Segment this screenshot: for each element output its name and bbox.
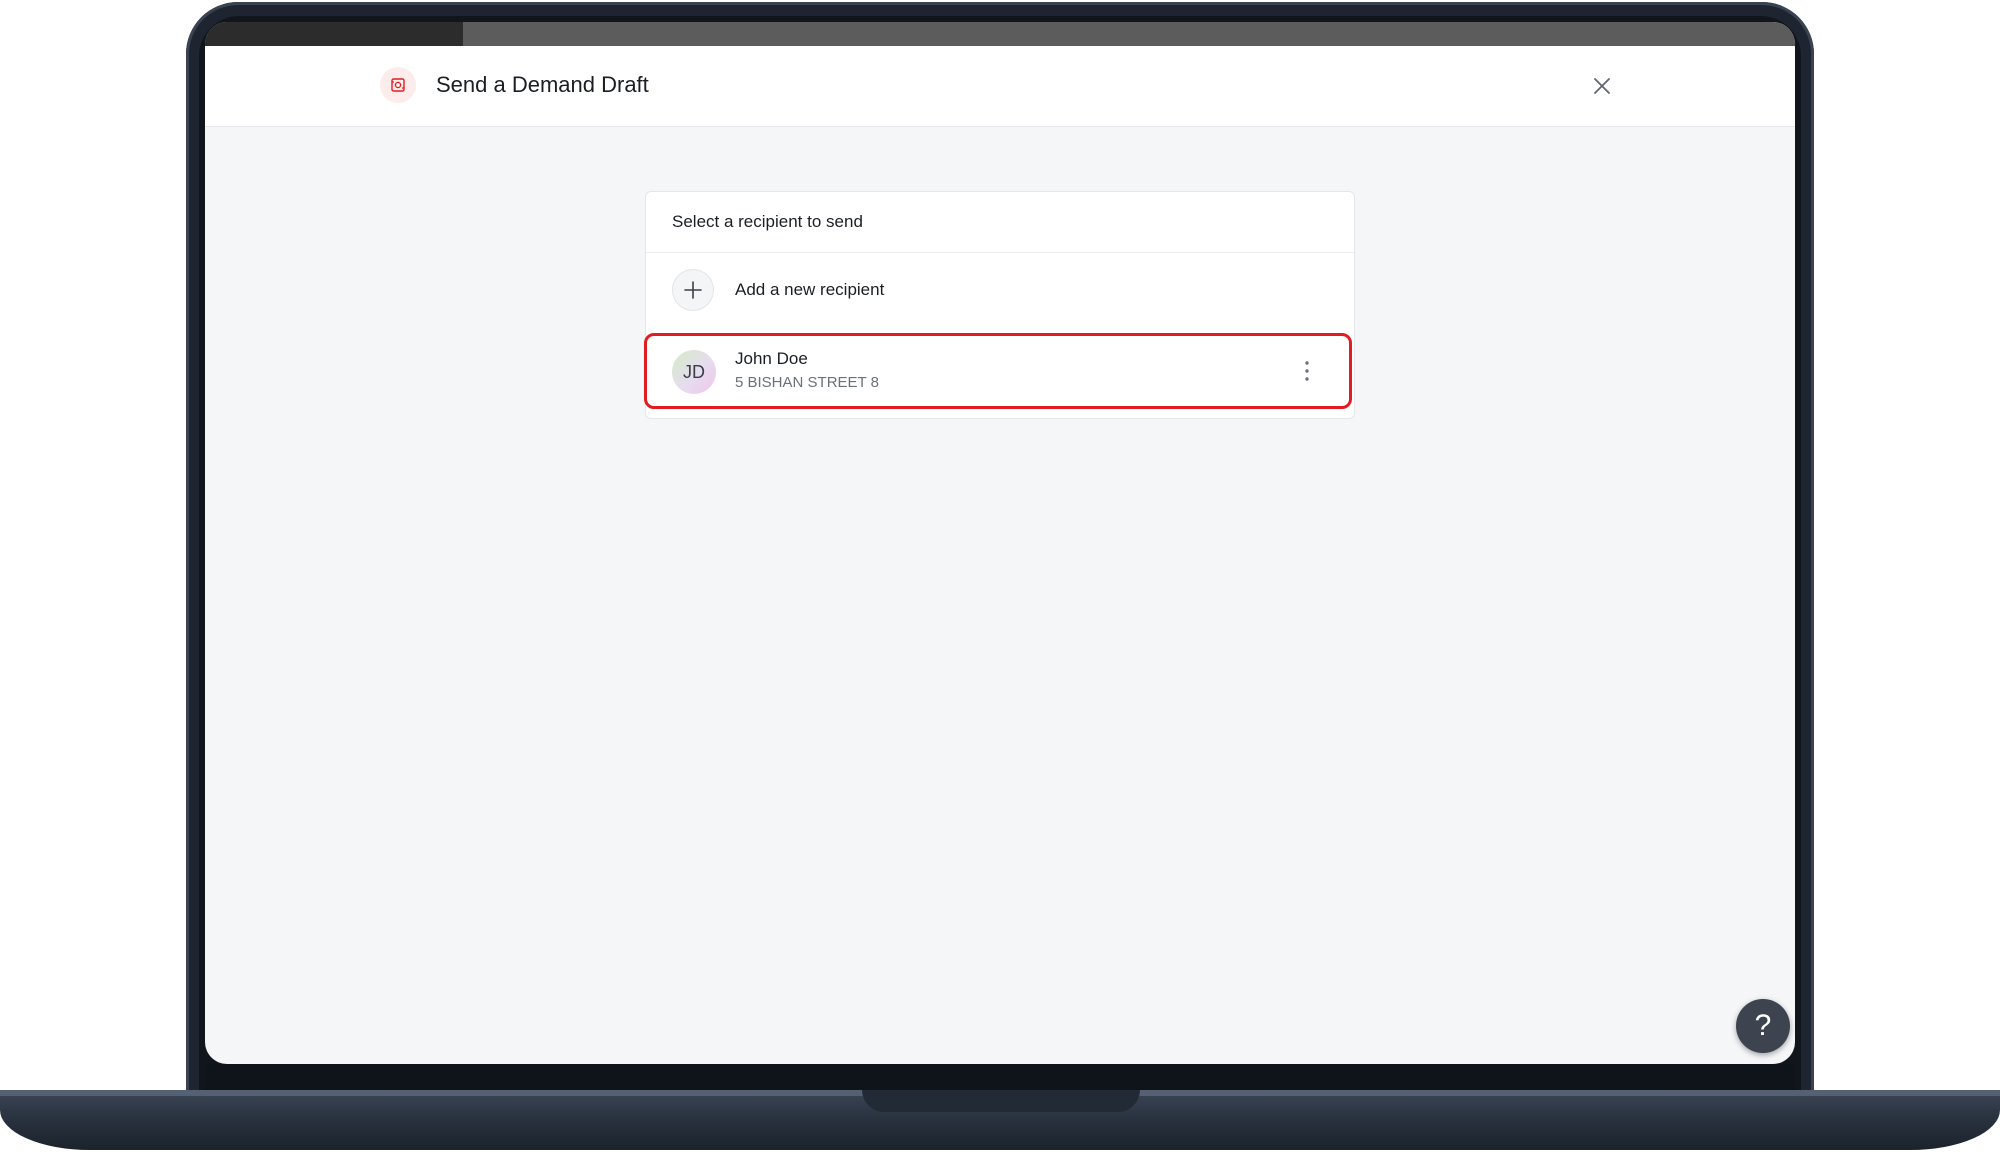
recipient-selection-card: Select a recipient to send Add a new rec…	[644, 191, 1355, 419]
recipient-name: John Doe	[735, 349, 808, 368]
laptop-mockup: Send a Demand Draft Select a recipient t…	[0, 0, 2000, 1152]
help-button[interactable]: ?	[1736, 999, 1790, 1053]
recipient-address: 5 BISHAN STREET 8	[735, 374, 879, 391]
avatar: JD	[672, 350, 716, 394]
add-recipient-button[interactable]: Add a new recipient	[646, 253, 1354, 331]
plus-icon	[672, 269, 714, 311]
laptop-notch	[862, 1090, 1140, 1112]
modal-body: Select a recipient to send Add a new rec…	[205, 127, 1795, 1064]
close-icon[interactable]	[1589, 73, 1615, 99]
modal-header: Send a Demand Draft	[205, 46, 1795, 127]
screen: Send a Demand Draft Select a recipient t…	[205, 22, 1795, 1064]
add-recipient-label: Add a new recipient	[735, 280, 885, 299]
recipient-item-john-doe[interactable]: JD John Doe 5 BISHAN STREET 8	[644, 333, 1352, 409]
recipient-card-heading: Select a recipient to send	[672, 212, 863, 231]
more-vertical-icon[interactable]	[1297, 358, 1317, 384]
laptop-lower-bezel	[205, 1064, 1795, 1090]
demand-draft-icon	[380, 67, 416, 103]
background-app-sidebar-strip	[205, 22, 463, 46]
modal-title: Send a Demand Draft	[436, 72, 649, 97]
